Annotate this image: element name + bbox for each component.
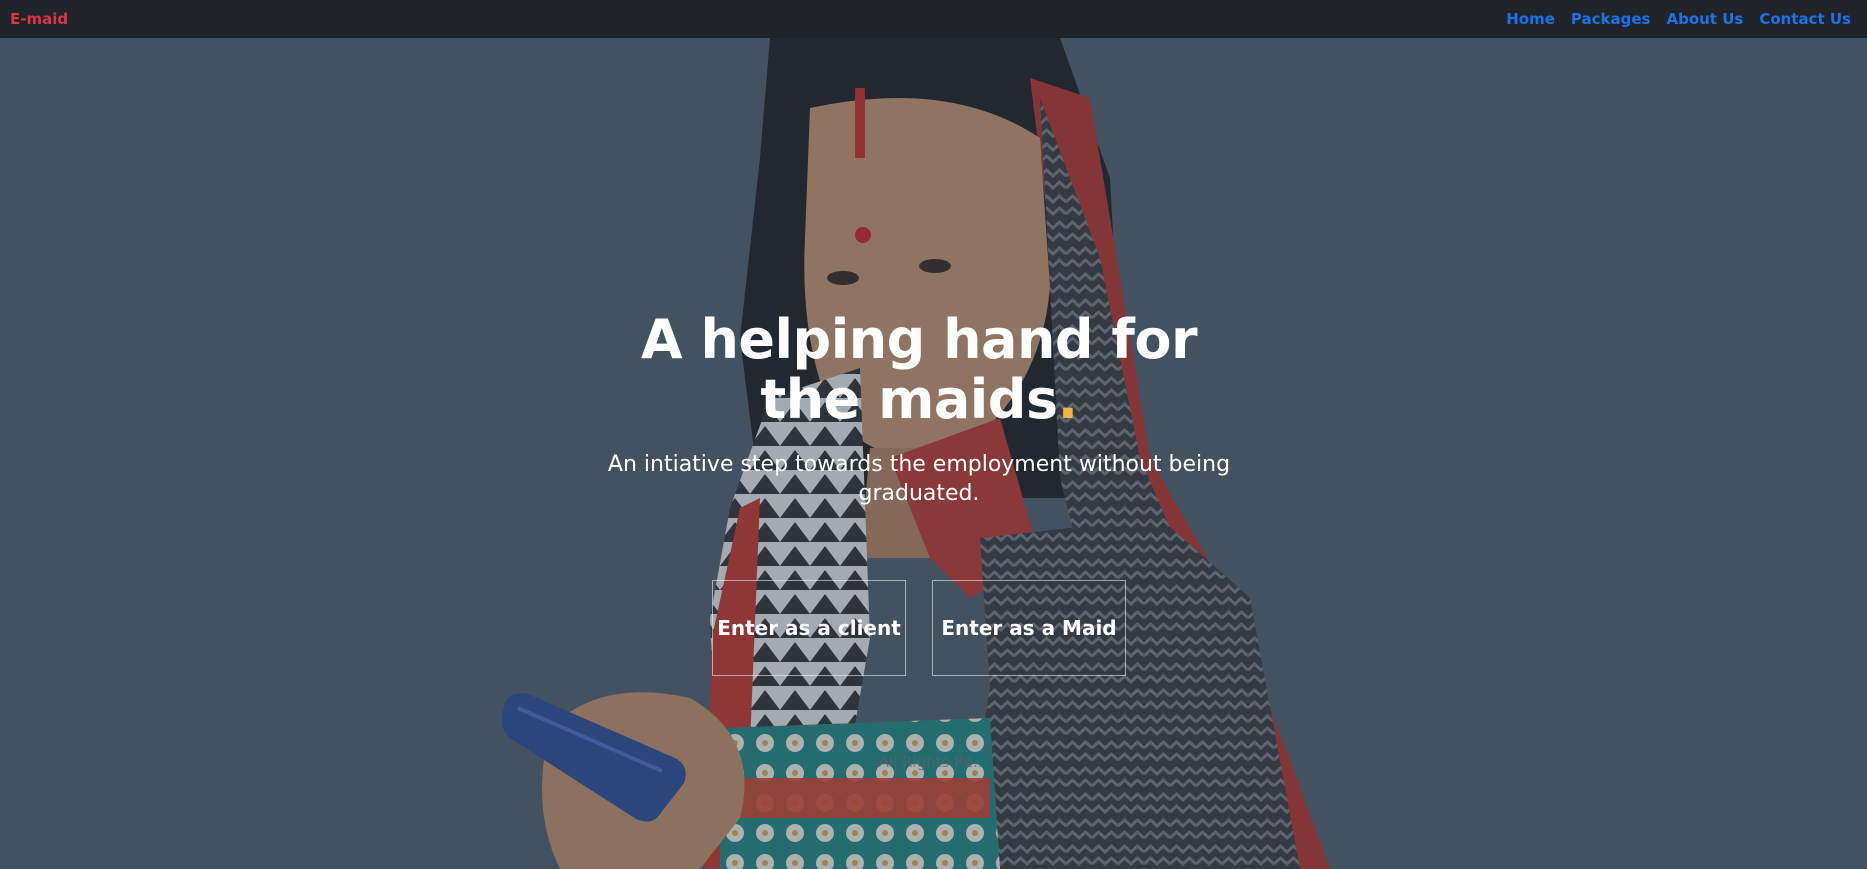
nav-link-contact-us[interactable]: Contact Us: [1759, 10, 1851, 28]
enter-as-client-button[interactable]: Enter as a client: [712, 580, 906, 676]
nav-link-about-us[interactable]: About Us: [1666, 10, 1743, 28]
enter-as-maid-button[interactable]: Enter as a Maid: [932, 580, 1126, 676]
hero-headline: A helping hand for the maids.: [583, 310, 1255, 430]
top-navbar: E-maid Home Packages About Us Contact Us: [0, 0, 1867, 38]
nav-link-packages[interactable]: Packages: [1571, 10, 1651, 28]
hero-section: A helping hand for the maids. An intiati…: [0, 38, 1867, 869]
nav-links: Home Packages About Us Contact Us: [1506, 10, 1857, 28]
hero-headline-accent-dot: .: [1057, 368, 1079, 431]
hero-subheadline: An intiative step towards the employment…: [607, 452, 1231, 506]
hero-content: A helping hand for the maids. An intiati…: [0, 38, 1867, 869]
nav-link-home[interactable]: Home: [1506, 10, 1555, 28]
hero-headline-text: A helping hand for the maids: [640, 308, 1198, 431]
footer-rights-text: All Rights Re...: [878, 753, 988, 771]
brand-logo-link[interactable]: E-maid: [10, 10, 68, 28]
